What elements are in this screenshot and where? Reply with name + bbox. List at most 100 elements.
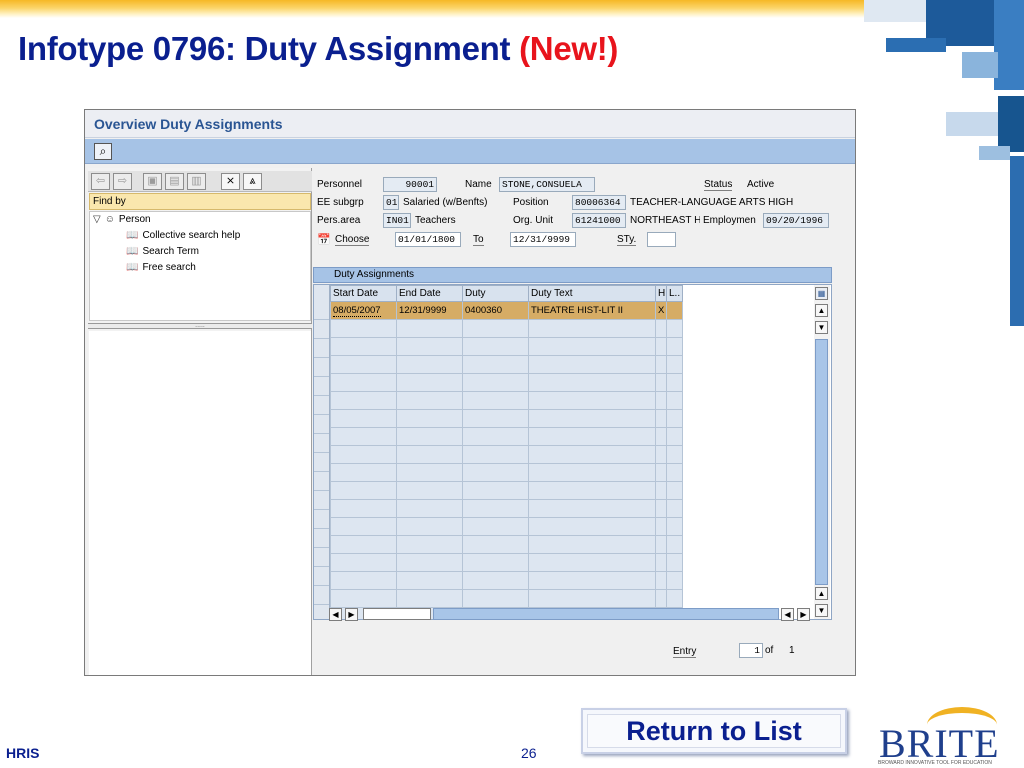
table-cell[interactable]: [528, 517, 656, 536]
personnel-field[interactable]: 90001: [383, 177, 437, 192]
column-header[interactable]: Start Date: [330, 285, 397, 302]
table-cell[interactable]: [330, 445, 397, 464]
choose-from-field[interactable]: 01/01/1800: [395, 232, 461, 247]
table-cell[interactable]: [462, 463, 529, 482]
table-cell[interactable]: [462, 337, 529, 356]
row-selector[interactable]: [314, 473, 329, 491]
table-cell[interactable]: [462, 427, 529, 446]
table-cell[interactable]: [666, 499, 683, 518]
table-cell[interactable]: [666, 355, 683, 374]
horizontal-scroll-thumb[interactable]: [363, 608, 431, 620]
table-cell[interactable]: [666, 319, 683, 338]
return-to-list-button[interactable]: Return to List: [581, 708, 847, 754]
sty-field[interactable]: [647, 232, 676, 247]
table-cell[interactable]: [330, 463, 397, 482]
table-cell[interactable]: [462, 499, 529, 518]
table-row[interactable]: [330, 337, 683, 356]
row-selector[interactable]: [314, 568, 329, 586]
horizontal-scrollbar[interactable]: ◀ ▶ ◀ ▶: [329, 607, 810, 621]
table-cell[interactable]: [666, 553, 683, 572]
table-row[interactable]: [330, 463, 683, 482]
vertical-scrollbar[interactable]: ▦ ▲ ▼ ▲ ▼: [814, 285, 830, 619]
table-cell[interactable]: [396, 337, 463, 356]
table-row[interactable]: [330, 553, 683, 572]
table-cell[interactable]: [396, 517, 463, 536]
row-selector[interactable]: [314, 606, 329, 619]
pers-area-field[interactable]: IN01: [383, 213, 411, 228]
table-cell[interactable]: [666, 409, 683, 428]
scroll-up-icon[interactable]: ▲: [815, 587, 828, 600]
table-cell[interactable]: 12/31/9999: [396, 301, 463, 320]
column-header[interactable]: Duty: [462, 285, 529, 302]
table-cell[interactable]: [655, 427, 667, 446]
table-cell[interactable]: [655, 517, 667, 536]
select-icon[interactable]: ▣: [143, 173, 162, 190]
table-cell[interactable]: [528, 445, 656, 464]
table-row[interactable]: [330, 319, 683, 338]
table-cell[interactable]: [396, 409, 463, 428]
row-selector[interactable]: [314, 454, 329, 472]
table-cell[interactable]: [528, 499, 656, 518]
table-cell[interactable]: [655, 571, 667, 590]
table-cell[interactable]: [330, 481, 397, 500]
table-row[interactable]: [330, 427, 683, 446]
table-cell[interactable]: [666, 535, 683, 554]
org-unit-field[interactable]: 61241000: [572, 213, 626, 228]
table-cell[interactable]: 08/05/2007: [330, 301, 397, 320]
table-cell[interactable]: [396, 499, 463, 518]
table-cell[interactable]: [330, 391, 397, 410]
table-row[interactable]: [330, 409, 683, 428]
table-row[interactable]: [330, 589, 683, 608]
table-cell[interactable]: [396, 391, 463, 410]
table-cell[interactable]: [330, 553, 397, 572]
table-cell[interactable]: [462, 481, 529, 500]
table-cell[interactable]: [655, 499, 667, 518]
tree-node-search-term[interactable]: 📖 Search Term: [126, 246, 199, 257]
table-cell[interactable]: [666, 445, 683, 464]
row-selector[interactable]: [314, 549, 329, 567]
table-cell[interactable]: [655, 391, 667, 410]
table-cell[interactable]: THEATRE HIST-LIT II: [528, 301, 656, 320]
table-cell[interactable]: [666, 589, 683, 608]
table-cell[interactable]: [528, 373, 656, 392]
table-cell[interactable]: [462, 553, 529, 572]
table-cell[interactable]: [528, 535, 656, 554]
ee-subgrp-field[interactable]: 01: [383, 195, 399, 210]
table-cell[interactable]: [655, 535, 667, 554]
calendar-icon[interactable]: 📅: [317, 233, 331, 246]
table-cell[interactable]: [462, 409, 529, 428]
table-cell[interactable]: [655, 409, 667, 428]
table-cell[interactable]: [666, 391, 683, 410]
row-selector[interactable]: [314, 378, 329, 396]
table-cell[interactable]: [462, 445, 529, 464]
vertical-scroll-thumb[interactable]: [815, 339, 828, 585]
table-cell[interactable]: [462, 571, 529, 590]
table-cell[interactable]: [462, 373, 529, 392]
collapse-icon[interactable]: ⩓: [243, 173, 262, 190]
table-cell[interactable]: [330, 517, 397, 536]
scroll-up-icon[interactable]: ▲: [815, 304, 828, 317]
table-cell[interactable]: [330, 337, 397, 356]
table-cell[interactable]: [396, 571, 463, 590]
tree-node-free-search[interactable]: 📖 Free search: [126, 262, 196, 273]
employment-date-field[interactable]: 09/20/1996: [763, 213, 829, 228]
table-row[interactable]: [330, 373, 683, 392]
table-cell[interactable]: [655, 553, 667, 572]
table-row[interactable]: [330, 517, 683, 536]
table-cell[interactable]: [330, 571, 397, 590]
table-cell[interactable]: [528, 409, 656, 428]
scroll-left-icon[interactable]: ◀: [781, 608, 794, 621]
table-cell[interactable]: [666, 337, 683, 356]
table-row[interactable]: [330, 391, 683, 410]
table-cell[interactable]: [330, 355, 397, 374]
tree-node-collective-search[interactable]: 📖 Collective search help: [126, 230, 240, 241]
table-cell[interactable]: [396, 589, 463, 608]
scroll-down-icon[interactable]: ▼: [815, 604, 828, 617]
table-cell[interactable]: [396, 427, 463, 446]
horizontal-scroll-track[interactable]: [433, 608, 779, 620]
table-cell[interactable]: [666, 427, 683, 446]
table-cell[interactable]: [330, 589, 397, 608]
table-cell[interactable]: [396, 445, 463, 464]
table-cell[interactable]: [528, 337, 656, 356]
table-cell[interactable]: [528, 391, 656, 410]
